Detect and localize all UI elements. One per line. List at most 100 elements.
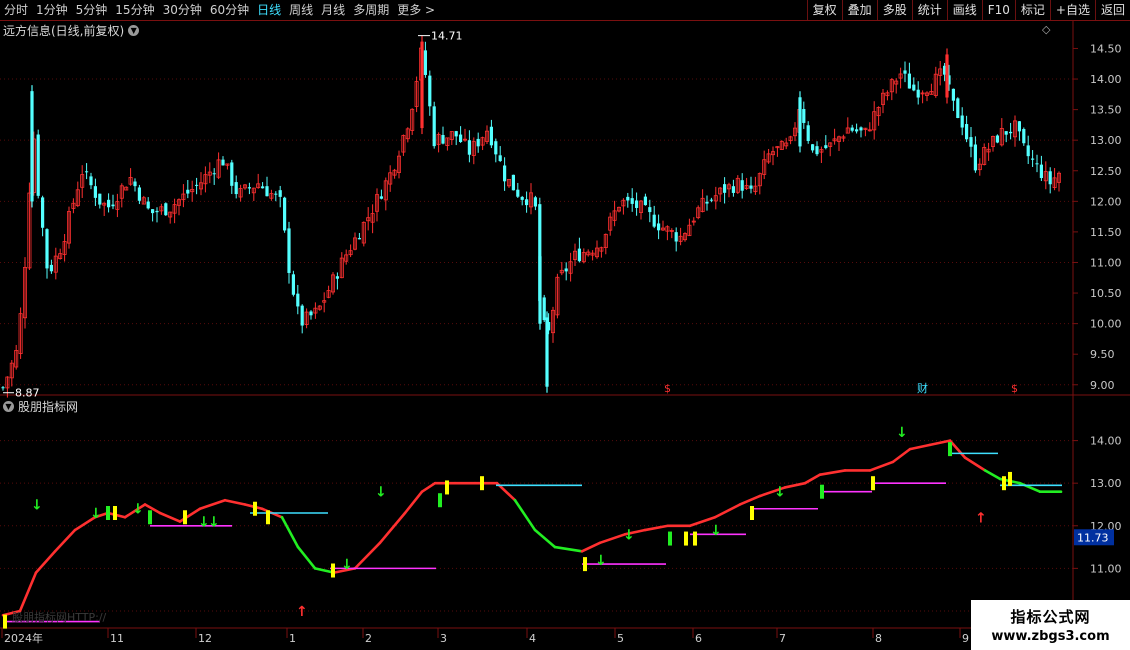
- ind-tick-label: 14.00: [1090, 435, 1122, 448]
- candle-body: [577, 248, 581, 262]
- y-tick-label: 12.00: [1090, 195, 1122, 208]
- down-arrow-icon: ↓: [774, 485, 786, 501]
- candle-body: [635, 200, 639, 208]
- indicator-line: [18, 571, 38, 613]
- x-axis-label: 7: [779, 632, 786, 645]
- y-tick-label: 13.00: [1090, 134, 1122, 147]
- candle-body: [1022, 129, 1026, 144]
- indicator-line: [868, 460, 895, 472]
- candle-body: [432, 106, 436, 147]
- candle-body: [155, 210, 159, 213]
- candle-body: [107, 199, 111, 208]
- signal-bar: [684, 531, 688, 546]
- candle-body: [454, 131, 458, 137]
- signal-bar: [266, 510, 270, 525]
- candle-body: [186, 189, 190, 194]
- candle-body: [247, 187, 251, 189]
- candle-body: [723, 184, 727, 193]
- x-axis-label: 6: [695, 632, 702, 645]
- candle-body: [151, 209, 155, 214]
- indicator-line: [198, 498, 227, 511]
- candle-body: [630, 198, 634, 204]
- down-arrow-icon: ↓: [208, 515, 220, 531]
- candle-body: [89, 176, 93, 186]
- y-tick-label: 9.00: [1090, 379, 1115, 392]
- indicator-line: [963, 456, 987, 472]
- watermark-url: www.zbgs3.com: [991, 629, 1110, 644]
- spike-body: [798, 97, 802, 147]
- candle-body: [542, 297, 546, 321]
- candle-body: [806, 125, 810, 141]
- candle-body: [357, 238, 361, 240]
- event-marker: $: [1011, 382, 1018, 395]
- signal-bar: [106, 506, 110, 520]
- candle-body: [36, 134, 40, 196]
- candle-body: [85, 171, 89, 173]
- signal-bar: [3, 614, 7, 629]
- spike-body: [945, 54, 949, 98]
- indicator-line: [353, 541, 382, 570]
- indicator-line: [598, 532, 627, 545]
- indicator-line: [158, 511, 182, 523]
- ind-tick-label: 11.00: [1090, 562, 1122, 575]
- candle-body: [111, 204, 115, 207]
- signal-bar: [113, 506, 117, 520]
- candle-body: [467, 140, 471, 155]
- down-arrow-icon: ↓: [595, 553, 607, 569]
- candle-body: [973, 144, 977, 171]
- signal-bar: [820, 484, 824, 499]
- candle-body: [265, 186, 269, 197]
- candle-body: [740, 180, 744, 191]
- spike-body: [545, 317, 549, 387]
- signal-bar: [1002, 476, 1006, 491]
- signal-bar: [480, 476, 484, 491]
- candle-body: [533, 197, 537, 207]
- candle-body: [520, 196, 524, 200]
- up-arrow-icon: ↑: [975, 510, 987, 526]
- candle-body: [1031, 158, 1035, 160]
- candle-body: [49, 264, 53, 272]
- candle-body: [709, 199, 713, 201]
- y-tick-label: 10.00: [1090, 318, 1122, 331]
- candle-body: [283, 197, 287, 231]
- indicator-line: [738, 494, 762, 506]
- up-arrow-icon: ↑: [296, 604, 308, 620]
- candle-body: [98, 193, 102, 205]
- indicator-line: [580, 541, 602, 553]
- signal-bar: [948, 442, 952, 457]
- signal-bar: [668, 531, 672, 546]
- candle-body: [459, 134, 463, 143]
- y-tick-label: 11.50: [1090, 226, 1122, 239]
- y-tick-label: 9.50: [1090, 348, 1115, 361]
- candle-body: [903, 70, 907, 74]
- signal-bar: [331, 563, 335, 578]
- candle-body: [291, 274, 295, 295]
- signal-bar: [445, 480, 449, 495]
- indicator-line: [378, 511, 407, 545]
- candle-body: [234, 182, 238, 195]
- candle-body: [855, 129, 859, 132]
- x-axis-label: 2024年: [4, 631, 43, 645]
- faint-watermark-text: 股朋指标网HTTP://: [12, 610, 107, 624]
- candle-body: [674, 232, 678, 242]
- signal-bar: [583, 557, 587, 572]
- signal-bar: [1008, 471, 1012, 486]
- x-axis-label: 5: [617, 632, 624, 645]
- candle-body: [494, 141, 498, 155]
- signal-bar: [183, 510, 187, 525]
- x-axis-label: 1: [289, 632, 296, 645]
- candle-body: [137, 187, 141, 201]
- candle-body: [815, 146, 819, 155]
- y-tick-label: 12.50: [1090, 165, 1122, 178]
- candle-body: [1035, 163, 1039, 165]
- spike-body: [30, 91, 34, 202]
- indicator-line: [891, 447, 912, 464]
- candle-body: [956, 98, 960, 119]
- low-label: 8.87: [15, 387, 40, 400]
- candle-body: [146, 201, 150, 209]
- x-axis-label: 4: [529, 632, 536, 645]
- signal-bar: [253, 501, 257, 516]
- candle-body: [503, 165, 507, 182]
- x-axis-label: 9: [962, 632, 969, 645]
- chart-canvas[interactable]: 14.50 14.00 13.50 13.00 12.50 12.00 11.50 11.00…: [0, 0, 1130, 650]
